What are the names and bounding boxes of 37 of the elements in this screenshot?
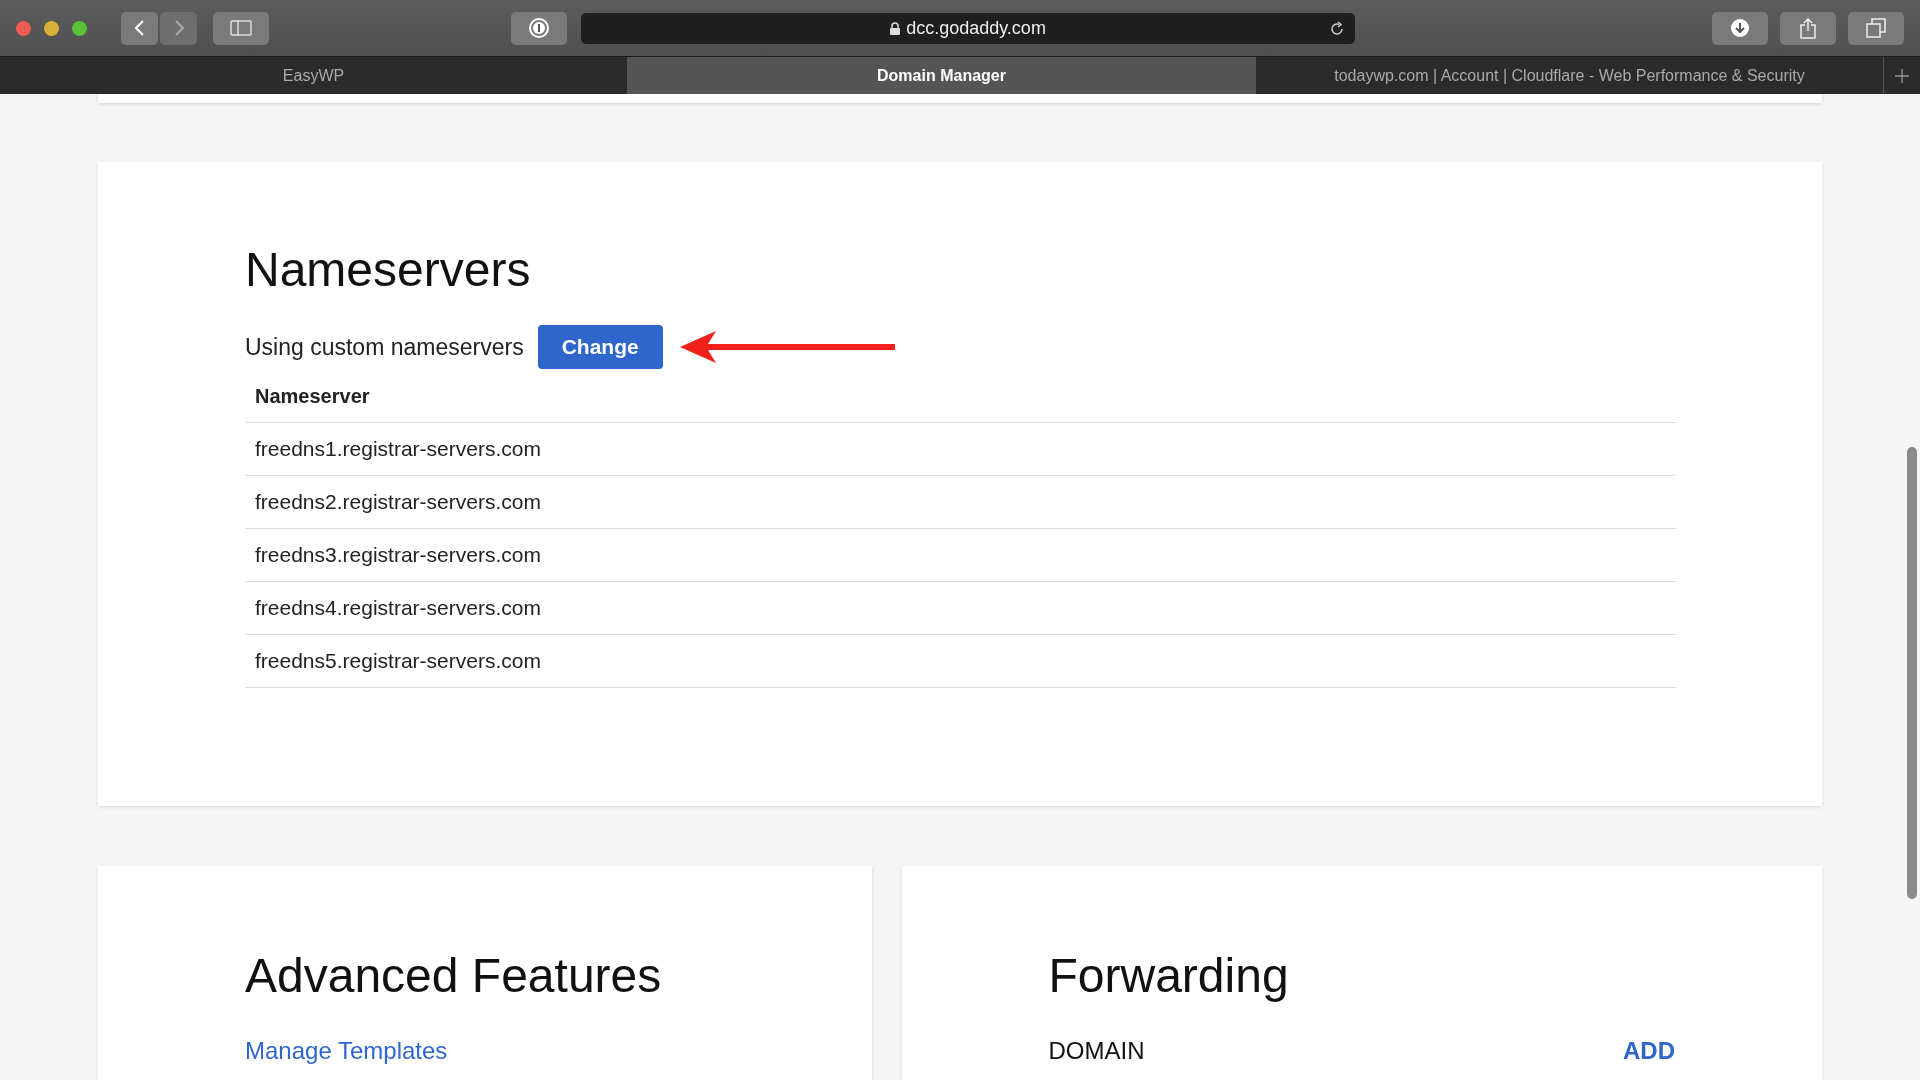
password-manager-button[interactable] bbox=[511, 11, 567, 45]
share-button[interactable] bbox=[1780, 11, 1836, 45]
keyhole-icon bbox=[528, 17, 550, 39]
zoom-icon[interactable] bbox=[72, 20, 87, 36]
download-icon bbox=[1730, 18, 1750, 38]
change-button[interactable]: Change bbox=[537, 325, 663, 369]
table-cell: freedns2.registrar-servers.com bbox=[245, 476, 1676, 529]
chevron-left-icon bbox=[132, 18, 147, 38]
tabs-overview-button[interactable] bbox=[1848, 11, 1904, 45]
section-title: Forwarding bbox=[1048, 948, 1290, 1003]
column-header: Nameserver bbox=[245, 369, 1676, 423]
share-icon bbox=[1799, 17, 1817, 39]
browser-tab[interactable]: Domain Manager bbox=[628, 57, 1256, 94]
section-title: Advanced Features bbox=[245, 948, 663, 1003]
downloads-button[interactable] bbox=[1712, 11, 1768, 45]
forward-button[interactable] bbox=[160, 11, 197, 45]
add-link[interactable]: ADD bbox=[1623, 1037, 1675, 1065]
close-icon[interactable] bbox=[16, 20, 31, 36]
tabs-icon bbox=[1866, 18, 1886, 38]
sidebar-button[interactable] bbox=[213, 11, 269, 45]
back-button[interactable] bbox=[121, 11, 158, 45]
table-cell: freedns5.registrar-servers.com bbox=[245, 635, 1676, 688]
address-bar[interactable]: dcc.godaddy.com bbox=[581, 12, 1355, 44]
plus-icon bbox=[1895, 68, 1909, 83]
lock-icon bbox=[890, 21, 901, 35]
table-cell: freedns1.registrar-servers.com bbox=[245, 423, 1676, 476]
section-title: Nameservers bbox=[245, 242, 532, 297]
reload-icon[interactable] bbox=[1329, 20, 1345, 37]
table-cell: freedns3.registrar-servers.com bbox=[245, 529, 1676, 582]
status-text: Using custom nameservers bbox=[245, 333, 524, 361]
table-cell: freedns4.registrar-servers.com bbox=[245, 582, 1676, 635]
minimize-icon[interactable] bbox=[44, 20, 59, 36]
sidebar-icon bbox=[230, 20, 252, 36]
url-text: dcc.godaddy.com bbox=[906, 17, 1046, 39]
manage-templates-link[interactable]: Manage Templates bbox=[245, 1037, 872, 1065]
domain-label: DOMAIN bbox=[1048, 1037, 1145, 1065]
scrollbar-thumb[interactable] bbox=[1907, 447, 1917, 899]
